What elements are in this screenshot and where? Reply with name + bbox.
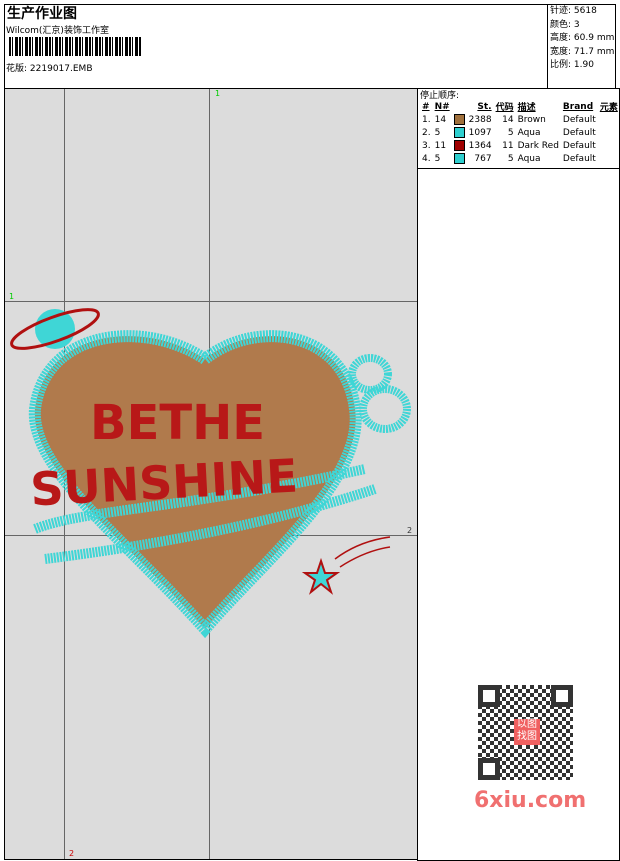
stat-stitches: 针迹: 5618	[550, 6, 597, 16]
table-row: 4. 5 767 5 Aqua Default	[422, 153, 596, 164]
color-swatch	[453, 153, 465, 164]
seal-stamp: 以图找图	[514, 719, 540, 745]
color-swatch	[453, 140, 465, 151]
color-swatch	[453, 127, 465, 138]
table-header: # N# St. 代码 描述 Brand 元素	[422, 101, 618, 114]
design-file: 花版: 2219017.EMB	[6, 61, 93, 74]
design-file-value: 2219017.EMB	[29, 64, 93, 74]
barcode	[9, 37, 141, 56]
design-label: 花版:	[6, 64, 28, 74]
page-title: 生产作业图	[7, 6, 77, 22]
table-row: 1. 14 2388 14 Brown Default	[422, 114, 596, 125]
stat-width: 宽度: 71.7 mm	[550, 46, 615, 57]
table-row: 3. 11 1364 11 Dark Red Default	[422, 140, 596, 151]
stat-scale: 比例: 1.90	[550, 60, 594, 70]
design-text-line1: BETHE	[90, 395, 265, 451]
watermark-text: 6xiu.com	[474, 788, 587, 813]
stop-sequence-table: # N# St. 代码 描述 Brand 元素 1. 14 2388 14 Brown Defau…	[420, 100, 620, 165]
company-name: Wilcom(汇京)装饰工作室	[6, 26, 109, 36]
embroidery-design: BETHE SUNSHINE	[10, 308, 411, 639]
color-swatch	[453, 114, 465, 125]
production-worksheet: 生产作业图 Wilcom(汇京)装饰工作室 花版: 2219017.EMB 针迹…	[0, 0, 620, 861]
stat-height: 高度: 60.9 mm	[550, 33, 615, 43]
stats-list: 针迹: 5618 颜色: 3 高度: 60.9 mm 宽度: 71.7 mm 比…	[550, 5, 614, 73]
stat-colors: 颜色: 3	[550, 19, 580, 30]
table-row: 2. 5 1097 5 Aqua Default	[422, 127, 596, 138]
design-canvas[interactable]: 1 1 2 2 BETHE SUNSHINE	[4, 88, 418, 860]
qr-code: 以图找图	[478, 685, 573, 780]
